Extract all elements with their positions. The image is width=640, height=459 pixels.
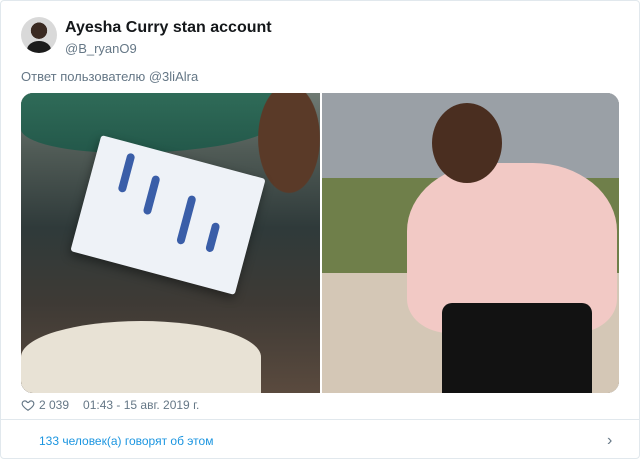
photo-right[interactable] <box>322 93 619 393</box>
heart-icon[interactable] <box>21 398 35 412</box>
reply-context: Ответ пользователю @3liAlra <box>21 69 198 84</box>
timestamp[interactable]: 01:43 - 15 авг. 2019 г. <box>83 398 199 412</box>
reply-label: Ответ пользователю <box>21 69 146 84</box>
photo-left[interactable] <box>21 93 321 393</box>
tweet-card: Ayesha Curry stan account @B_ryanO9 Отве… <box>0 0 640 459</box>
media-grid <box>21 93 619 393</box>
discussion-link[interactable]: 133 человек(а) говорят об этом <box>39 434 213 448</box>
avatar-shape <box>27 41 51 53</box>
photo-right-head <box>432 103 502 183</box>
chevron-right-icon[interactable]: › <box>607 432 612 450</box>
reply-mention-link[interactable]: @3liAlra <box>149 69 198 84</box>
separator <box>1 419 639 420</box>
user-handle[interactable]: @B_ryanO9 <box>65 41 137 56</box>
photo-right-pants <box>442 303 592 393</box>
photo-left-paper <box>70 135 266 295</box>
like-count[interactable]: 2 039 <box>39 398 69 412</box>
avatar[interactable] <box>21 17 57 53</box>
photo-left-foreground <box>21 321 261 393</box>
display-name[interactable]: Ayesha Curry stan account <box>65 19 272 37</box>
tweet-meta: 2 039 01:43 - 15 авг. 2019 г. <box>21 398 199 412</box>
